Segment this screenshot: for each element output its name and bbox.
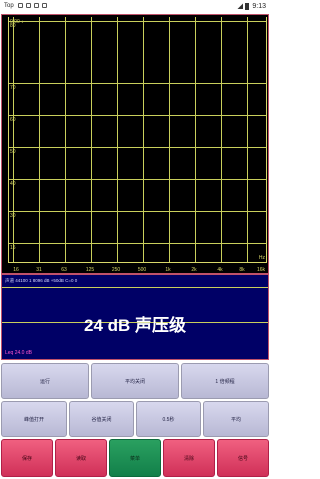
spectrum-analyzer[interactable]: 0.00 ↓ 80 70 60 50 40 30 15 Hz 16 31 63 … [1,14,269,274]
x-tick-label: 2k [191,267,197,273]
save-button[interactable]: 保存 [1,439,53,477]
x-tick-label: 31 [36,267,42,273]
x-tick-label: 1k [165,267,171,273]
signal-icon [237,3,244,10]
x-tick-label: 16 [13,267,19,273]
grid-line [169,17,170,262]
status-right: 9:13 [237,0,266,13]
grid-line [9,21,266,22]
grid-line [39,17,40,262]
notification-icon [42,3,47,8]
x-tick-label: 63 [61,267,67,273]
notification-icon [18,3,23,8]
grid-line [221,17,222,262]
octave-button[interactable]: 1 倍频程 [181,363,269,399]
x-tick-label: 8k [239,267,245,273]
grid-line [247,17,248,262]
grid-line [65,17,66,262]
x-tick-label: 500 [137,267,147,273]
notification-icon [26,3,31,8]
notification-icon [34,3,39,8]
x-tick-label: 250 [111,267,121,273]
interval-button[interactable]: 0.5秒 [136,401,201,437]
status-left-label: Top [4,3,14,9]
x-unit-label: Hz [258,255,265,261]
run-button[interactable]: 运行 [1,363,89,399]
load-button[interactable]: 读取 [55,439,107,477]
x-tick-label: 125 [85,267,95,273]
x-tick-label: 4k [217,267,223,273]
average-off-button[interactable]: 平均关闭 [91,363,179,399]
grid-line [9,115,266,116]
grid-line [117,17,118,262]
menu-button[interactable]: 菜单 [109,439,161,477]
clear-button[interactable]: 清除 [163,439,215,477]
control-panel: 运行 平均关闭 1 倍频程 峰值打开 谷值关闭 0.5秒 平均 保存 读取 菜单… [0,361,270,479]
grid-line [9,83,266,84]
battery-icon [245,2,250,10]
average-button[interactable]: 平均 [203,401,269,437]
meter-grid-line [2,287,268,288]
grid-line [143,17,144,262]
leq-label: Leq 24.0 dB [5,350,32,356]
meter-info-label: 声道 44100 1 8096 dB +50dB C=0 0 [5,278,78,283]
valley-off-button[interactable]: 谷值关闭 [69,401,134,437]
clock: 9:13 [252,3,266,10]
grid-line [9,147,266,148]
signal-button[interactable]: 信号 [217,439,269,477]
peak-on-button[interactable]: 峰值打开 [1,401,67,437]
grid-line [91,17,92,262]
grid-line [13,17,14,262]
grid-line [9,243,266,244]
x-tick-label: 16k [256,267,266,273]
sound-level-readout: 24 dB 声压级 [83,316,187,335]
status-bar: Top 9:13 [0,0,270,13]
grid-line [195,17,196,262]
sound-level-meter[interactable]: 声道 44100 1 8096 dB +50dB C=0 0 24 dB 声压级… [1,274,269,360]
spectrum-plot: 0.00 ↓ 80 70 60 50 40 30 15 Hz [8,17,267,263]
grid-line [9,179,266,180]
grid-line [9,211,266,212]
notification-icons [18,3,47,8]
